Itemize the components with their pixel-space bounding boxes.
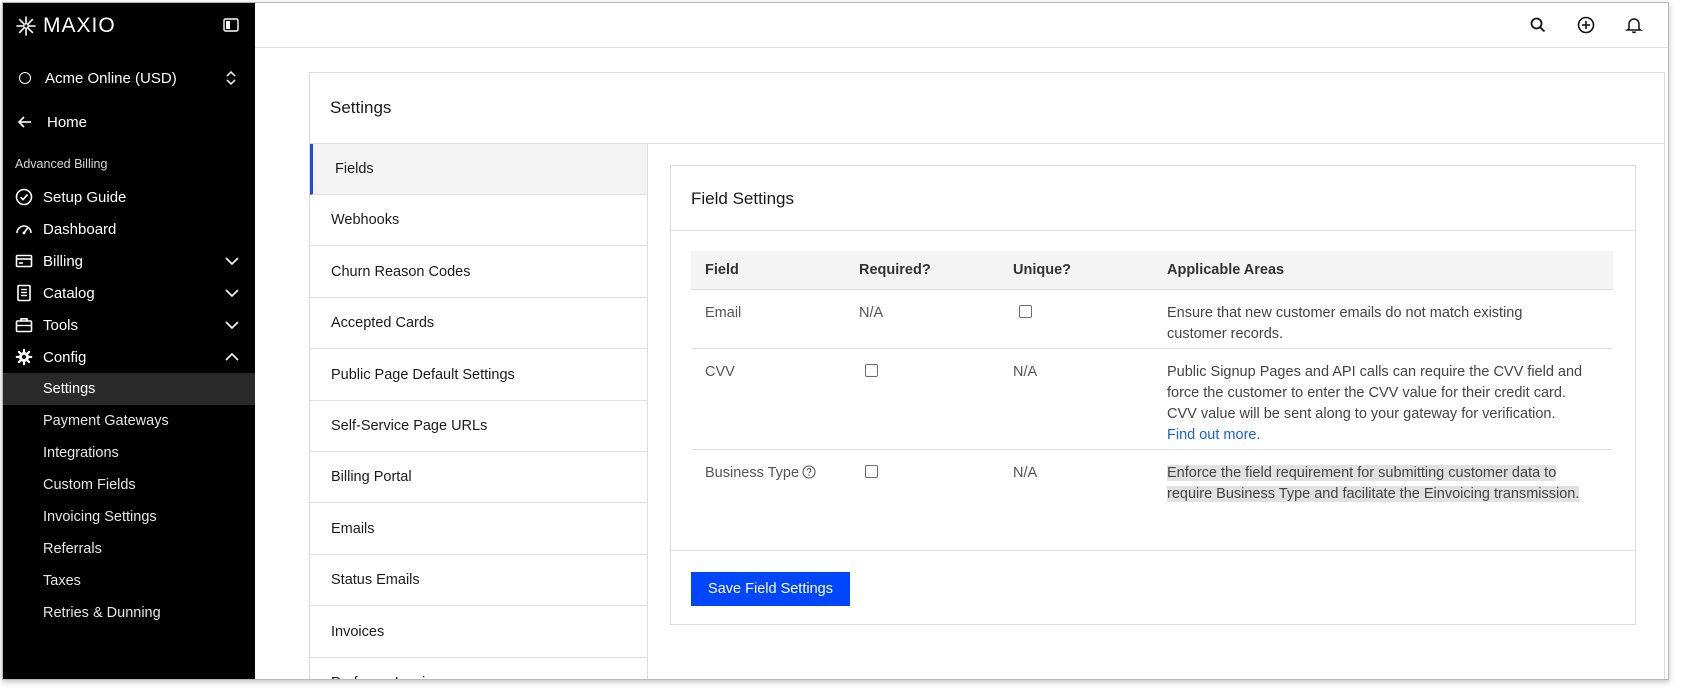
field-name: CVV [705,364,735,380]
applicable-areas: Ensure that new customer emails do not m… [1167,303,1522,345]
nav-item-catalog[interactable]: Catalog [3,277,255,309]
chevron-down-icon [225,289,239,298]
nav-item-label: Tools [43,316,79,334]
col-field: Field [705,262,739,278]
add-circle-icon[interactable] [1577,16,1595,34]
help-circle-icon[interactable] [802,465,816,479]
nav-item-label: Dashboard [43,220,117,238]
sidebar: MAXIO Acme Online (USD) Home Advanced Bi… [3,3,255,679]
nav-sub-settings[interactable]: Settings [3,373,255,405]
nav-sub-referrals[interactable]: Referrals [3,533,255,565]
bell-icon[interactable] [1625,16,1643,34]
nav-section-label: Advanced Billing [15,157,108,171]
gear-icon [15,348,33,366]
brand: MAXIO [15,13,243,39]
settings-menu: Fields Webhooks Churn Reason Codes Accep… [310,144,648,679]
check-circle-icon [15,188,33,206]
divider [671,230,1635,231]
search-icon[interactable] [1529,16,1547,34]
maxio-logo-icon [16,16,36,36]
logo-text: MAXIO [43,14,116,37]
nav-item-tools[interactable]: Tools [3,309,255,341]
areas-line: Public Signup Pages and API calls can re… [1167,364,1583,380]
field-name: Email [705,305,742,321]
applicable-areas: Enforce the field requirement for submit… [1167,463,1580,505]
required-value: N/A [859,305,884,321]
briefcase-icon [15,318,33,333]
areas-line: require Business Type and facilitate the… [1167,486,1580,502]
settings-menu-public-page-default-settings[interactable]: Public Page Default Settings [310,350,647,401]
nav-item-billing[interactable]: Billing [3,245,255,277]
col-applicable-areas: Applicable Areas [1167,262,1285,278]
nav-home[interactable]: Home [15,109,87,135]
table-row: Business Type N/A Enforce the field requ… [691,450,1613,510]
settings-menu-accepted-cards[interactable]: Accepted Cards [310,298,647,349]
page-title: Settings [330,98,392,117]
card-icon [15,254,33,268]
account-switcher[interactable]: Acme Online (USD) [15,65,243,91]
table-row: Email N/A Ensure that new customer email… [691,290,1613,349]
settings-menu-emails[interactable]: Emails [310,504,647,555]
settings-menu-status-emails[interactable]: Status Emails [310,555,647,606]
table-row: CVV N/A Public Signup Pages and API call… [691,349,1613,450]
nav-sub-retries-dunning[interactable]: Retries & Dunning [3,597,255,629]
cvv-required-checkbox[interactable] [865,364,878,377]
settings-menu-fields[interactable]: Fields [310,144,647,195]
top-bar [255,3,1668,48]
areas-line: Enforce the field requirement for submit… [1167,465,1557,481]
areas-line: Ensure that new customer emails do not m… [1167,305,1523,321]
nav-sub-custom-fields[interactable]: Custom Fields [3,469,255,501]
nav-item-label: Setup Guide [43,188,127,206]
chevron-up-down-icon [226,70,236,86]
field-settings-panel: Field Settings Field Required? Unique? A… [670,165,1636,625]
app-window: MAXIO Acme Online (USD) Home Advanced Bi… [2,2,1669,680]
save-field-settings-button[interactable]: Save Field Settings [691,572,850,606]
chevron-up-icon [225,352,239,361]
business-type-required-checkbox[interactable] [865,465,878,478]
settings-card: Settings Fields Webhooks Churn Reason Co… [309,72,1665,679]
gauge-icon [16,225,32,235]
areas-line: force the customer to enter the CVV valu… [1167,385,1566,401]
col-required: Required? [859,262,931,278]
nav-item-label: Config [43,348,87,366]
nav-item-dashboard[interactable]: Dashboard [3,213,255,245]
field-settings-title: Field Settings [691,189,794,208]
account-name: Acme Online (USD) [45,69,177,87]
areas-line: CVV value will be sent along to your gat… [1167,406,1556,422]
nav-home-label: Home [47,113,88,131]
table-header: Field Required? Unique? Applicable Areas [691,251,1613,290]
settings-menu-billing-portal[interactable]: Billing Portal [310,452,647,503]
unique-value: N/A [1013,465,1038,481]
chevron-down-icon [225,321,239,330]
field-name: Business Type [705,465,800,481]
settings-menu-self-service-page-urls[interactable]: Self-Service Page URLs [310,401,647,452]
settings-menu-proforma-invoices[interactable]: Proforma Invoices [310,658,647,679]
nav-sub-invoicing-settings[interactable]: Invoicing Settings [3,501,255,533]
account-status-icon [19,72,31,84]
find-out-more-link[interactable]: Find out more. [1167,425,1582,446]
settings-menu-churn-reason-codes[interactable]: Churn Reason Codes [310,247,647,298]
sidebar-collapse-icon[interactable] [223,18,239,32]
field-name-wrap: Business Type [705,463,816,484]
nav-sub-payment-gateways[interactable]: Payment Gateways [3,405,255,437]
divider [671,550,1635,551]
nav-item-label: Catalog [43,284,95,302]
settings-menu-invoices[interactable]: Invoices [310,607,647,658]
nav-item-config[interactable]: Config [3,341,255,373]
unique-value: N/A [1013,364,1038,380]
nav-item-setup-guide[interactable]: Setup Guide [3,181,255,213]
chevron-down-icon [225,257,239,266]
settings-menu-webhooks[interactable]: Webhooks [310,195,647,246]
col-unique: Unique? [1013,262,1071,278]
nav-sub-integrations[interactable]: Integrations [3,437,255,469]
nav-sub-taxes[interactable]: Taxes [3,565,255,597]
applicable-areas: Public Signup Pages and API calls can re… [1167,362,1582,446]
areas-line: customer records. [1167,326,1284,342]
nav-item-label: Billing [43,252,84,270]
email-unique-checkbox[interactable] [1019,305,1032,318]
arrow-left-icon [17,116,31,128]
book-icon [17,284,31,302]
